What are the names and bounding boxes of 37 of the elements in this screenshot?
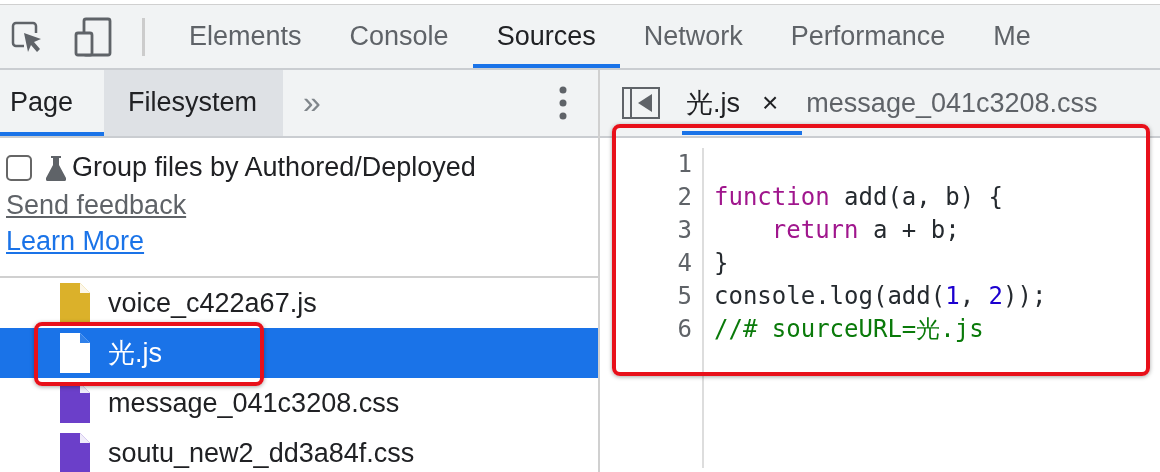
file-item[interactable]: soutu_new2_dd3a84f.css <box>0 428 598 472</box>
checkbox[interactable] <box>6 154 32 181</box>
panel-tab[interactable]: Elements <box>165 5 326 68</box>
option-label: Group files by Authored/Deployed <box>72 152 476 183</box>
file-item[interactable]: 光.js <box>0 328 598 378</box>
file-name: voice_c422a67.js <box>108 287 317 319</box>
code-line: return a + b; <box>770 216 960 244</box>
line-number: 3 <box>676 215 692 246</box>
editor-tab[interactable]: message_041c3208.css <box>802 71 1122 135</box>
line-number: 1 <box>676 149 692 180</box>
panel-tab[interactable]: Performance <box>766 5 970 68</box>
file-name: message_041c3208.css <box>108 387 400 419</box>
file-item[interactable]: voice_c422a67.js <box>0 278 598 328</box>
link[interactable]: Learn More <box>6 223 145 259</box>
code-line: } <box>714 249 729 277</box>
line-number: 6 <box>676 314 692 345</box>
panel-tab[interactable]: Me <box>969 5 1055 68</box>
close-button[interactable]: × <box>762 87 779 119</box>
line-number: 4 <box>676 248 692 279</box>
editor-tab[interactable]: 光.js × <box>682 71 803 135</box>
more-tabs-button[interactable]: » <box>303 70 321 136</box>
navigator-tab[interactable]: Filesystem <box>104 70 283 136</box>
file-name: soutu_new2_dd3a84f.css <box>108 437 415 469</box>
flask-icon <box>46 154 66 181</box>
device-icon[interactable] <box>74 16 112 57</box>
panel-tab[interactable]: Network <box>619 5 767 68</box>
link[interactable]: Send feedback <box>6 187 187 223</box>
file-name: 光.js <box>108 337 162 370</box>
sidebar-toggle-icon[interactable] <box>622 87 660 119</box>
menu-icon[interactable] <box>558 86 568 120</box>
code-line: function add(a, b) { <box>714 183 1003 211</box>
code-line: console.log(add(1, 2)); <box>714 282 1047 310</box>
file-item[interactable]: message_041c3208.css <box>0 378 598 428</box>
line-number: 2 <box>676 182 692 213</box>
panel-tab[interactable]: Console <box>325 5 473 68</box>
code-line: //# sourceURL=光.js <box>714 315 984 343</box>
line-number: 5 <box>676 281 692 312</box>
